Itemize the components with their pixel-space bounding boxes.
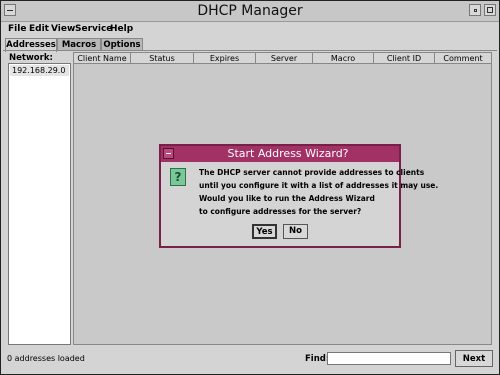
column-comment[interactable]: Comment — [435, 53, 491, 64]
find-input[interactable] — [327, 352, 451, 365]
network-label: Network: — [9, 53, 53, 63]
dialog-message-line: to configure addresses for the server? — [199, 207, 362, 216]
window-title: DHCP Manager — [197, 3, 303, 19]
start-address-wizard-dialog: Start Address Wizard? ? The DHCP server … — [159, 144, 438, 248]
menu-file[interactable]: File — [8, 22, 26, 36]
next-button[interactable]: Next — [455, 350, 493, 367]
dialog-title-bar[interactable]: Start Address Wizard? — [161, 146, 399, 162]
yes-button[interactable]: Yes — [252, 224, 277, 239]
find-label: Find: — [305, 354, 330, 364]
network-list[interactable]: 192.168.29.0 — [8, 63, 71, 345]
tab-divider — [3, 50, 497, 51]
menu-help[interactable]: Help — [110, 22, 133, 36]
column-macro[interactable]: Macro — [313, 53, 374, 64]
maximize-icon[interactable] — [484, 4, 496, 16]
dialog-message-line: The DHCP server cannot provide addresses… — [199, 168, 425, 177]
column-client-id[interactable]: Client ID — [374, 53, 435, 64]
dialog-message-line: until you configure it with a list of ad… — [199, 181, 439, 190]
dialog-title: Start Address Wizard? — [227, 147, 349, 160]
network-item[interactable]: 192.168.29.0 — [10, 65, 69, 76]
title-bar[interactable]: DHCP Manager — [1, 1, 499, 22]
column-expires[interactable]: Expires — [194, 53, 256, 64]
menu-view[interactable]: View — [51, 22, 75, 36]
column-client-name[interactable]: Client Name — [74, 53, 131, 64]
minimize-icon[interactable] — [469, 4, 481, 16]
no-button[interactable]: No — [283, 224, 308, 239]
menu-edit[interactable]: Edit — [29, 22, 49, 36]
question-icon: ? — [170, 168, 186, 186]
menu-service[interactable]: Service — [75, 22, 112, 36]
dhcp-manager-window: DHCP Manager File Edit View Service Help… — [0, 0, 500, 375]
status-text: 0 addresses loaded — [7, 354, 85, 363]
column-status[interactable]: Status — [131, 53, 194, 64]
dialog-message-line: Would you like to run the Address Wizard — [199, 194, 375, 203]
column-server[interactable]: Server — [256, 53, 313, 64]
dialog-menu-icon[interactable] — [163, 148, 174, 159]
menu-bar: File Edit View Service Help — [1, 22, 499, 36]
